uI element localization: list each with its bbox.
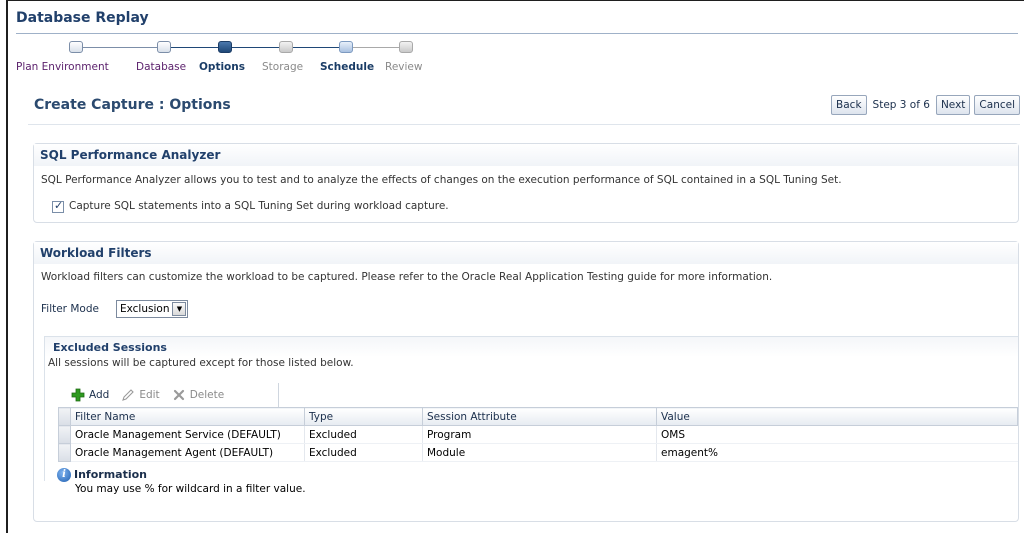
wizard-navigation: Back Step 3 of 6 Next Cancel (831, 95, 1020, 115)
step-label-review: Review (385, 61, 423, 73)
table-row[interactable]: Oracle Management Service (DEFAULT) Excl… (58, 425, 1018, 444)
heading-divider (28, 124, 1020, 125)
excluded-sessions-section: Excluded Sessions All sessions will be c… (44, 336, 1018, 495)
select-column-header (58, 407, 71, 426)
step-label-schedule[interactable]: Schedule (320, 61, 374, 73)
table-header-row: Filter Name Type Session Attribute Value (58, 407, 1018, 426)
step-label-storage: Storage (262, 61, 304, 73)
step-node-database[interactable] (157, 41, 171, 53)
step-train: Plan Environment Database Options Storag… (16, 40, 456, 76)
value-cell: OMS (656, 425, 1018, 444)
pencil-icon (122, 389, 135, 401)
dropdown-arrow-icon: ▼ (172, 302, 187, 316)
next-button[interactable]: Next (935, 95, 971, 115)
column-header-session-attribute[interactable]: Session Attribute (422, 407, 657, 426)
step-node-storage (279, 41, 293, 53)
capture-sql-label[interactable]: Capture SQL statements into a SQL Tuning… (69, 200, 449, 212)
column-header-value[interactable]: Value (656, 407, 1018, 426)
information-title: Information (74, 468, 147, 481)
spa-heading: SQL Performance Analyzer (34, 144, 1018, 166)
cancel-button[interactable]: Cancel (974, 95, 1020, 115)
delete-button[interactable]: Delete (172, 388, 225, 402)
filter-mode-select[interactable]: Exclusion ▼ (116, 300, 189, 318)
row-selector[interactable] (58, 443, 71, 462)
page-frame: Database Replay Plan Environment Databas… (0, 0, 1024, 533)
add-button[interactable]: Add (71, 388, 109, 402)
excluded-sessions-description: All sessions will be captured except for… (48, 357, 354, 369)
table-toolbar: Add Edit Delete (63, 383, 279, 407)
filter-mode-label: Filter Mode (41, 303, 99, 315)
excluded-sessions-table: Filter Name Type Session Attribute Value… (58, 407, 1018, 462)
type-cell: Excluded (304, 425, 423, 444)
column-header-type[interactable]: Type (304, 407, 423, 426)
delete-x-icon (173, 389, 184, 401)
table-row[interactable]: Oracle Management Agent (DEFAULT) Exclud… (58, 443, 1018, 462)
step-node-review (399, 41, 413, 53)
type-cell: Excluded (304, 443, 423, 462)
filter-mode-value: Exclusion (120, 303, 170, 315)
row-selector[interactable] (58, 425, 71, 444)
workload-filters-heading: Workload Filters (34, 242, 1018, 264)
excluded-sessions-heading: Excluded Sessions (53, 341, 167, 354)
column-header-filter-name[interactable]: Filter Name (70, 407, 305, 426)
capture-sql-checkbox[interactable] (52, 199, 64, 213)
add-label: Add (89, 389, 110, 401)
back-button[interactable]: Back (831, 95, 867, 115)
delete-label: Delete (189, 389, 225, 401)
session-attribute-cell: Module (422, 443, 657, 462)
step-node-plan-environment[interactable] (69, 41, 83, 53)
step-label-options: Options (199, 61, 245, 73)
information-text: You may use % for wildcard in a filter v… (75, 483, 306, 495)
app-title: Database Replay (16, 10, 149, 26)
filter-name-cell: Oracle Management Service (DEFAULT) (70, 425, 305, 444)
edit-button[interactable]: Edit (121, 388, 160, 402)
edit-label: Edit (139, 389, 160, 401)
spa-section: SQL Performance Analyzer SQL Performance… (33, 143, 1019, 223)
page-title: Create Capture : Options (34, 97, 231, 113)
filter-name-cell: Oracle Management Agent (DEFAULT) (70, 443, 305, 462)
step-node-options (218, 41, 232, 53)
step-node-schedule[interactable] (339, 41, 353, 53)
step-label-plan-environment[interactable]: Plan Environment (16, 61, 109, 73)
information-message: i Information You may use % for wildcard… (57, 468, 306, 495)
value-cell: emagent% (656, 443, 1018, 462)
info-icon: i (57, 468, 71, 482)
step-label-database[interactable]: Database (136, 61, 186, 73)
spa-description: SQL Performance Analyzer allows you to t… (41, 174, 842, 186)
step-indicator: Step 3 of 6 (872, 99, 930, 111)
left-border (6, 0, 8, 533)
session-attribute-cell: Program (422, 425, 657, 444)
top-border (6, 0, 1024, 1)
workload-filters-description: Workload filters can customize the workl… (41, 271, 773, 283)
add-icon (71, 388, 85, 402)
title-divider (16, 33, 1018, 34)
